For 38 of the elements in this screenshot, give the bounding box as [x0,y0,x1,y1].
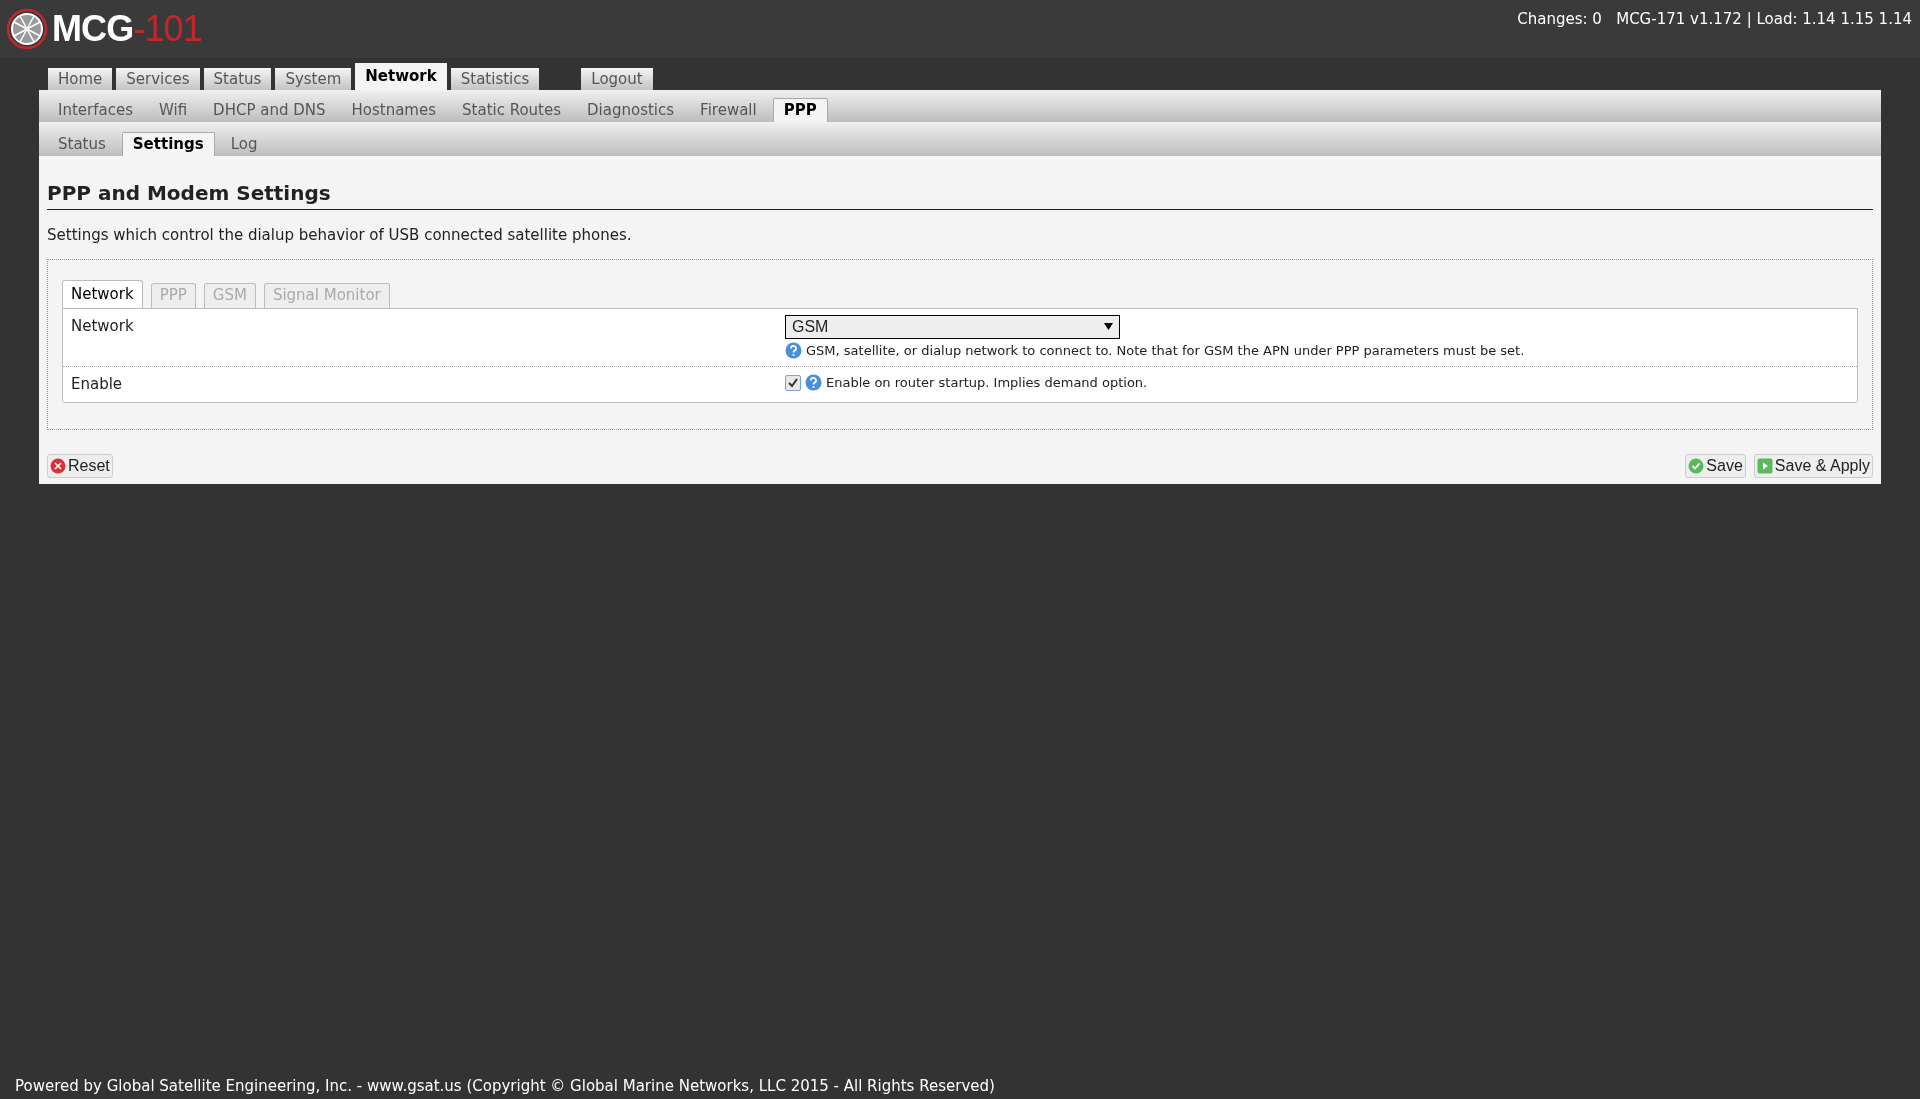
checkmark-icon [1688,457,1705,474]
nav-tab[interactable]: Services [116,68,200,90]
section-tab[interactable]: Network [62,279,143,308]
nav-tab[interactable]: Status [203,68,272,90]
help-text: Enable on router startup. Implies demand option. [826,374,1148,392]
sub-nav-tab[interactable]: Diagnostics [577,98,685,122]
product-logo: MCG-101 [52,7,202,51]
sub-nav-tab[interactable]: PPP [772,98,828,122]
network-select[interactable]: GSM [785,314,1120,339]
save-button[interactable]: Save [1685,453,1746,478]
dropdown-arrow-icon [1104,323,1113,330]
nav-tab[interactable]: System [275,68,352,90]
footer-text: Powered by Global Satellite Engineering, Inc. - www.gsat.us (Copyright © Global Marine Networks, LLC 2015 - All Rights Reserved) [15,1075,995,1097]
page-tab[interactable]: Status [48,132,116,156]
help-icon[interactable] [785,341,802,359]
field-label: Network [71,315,135,337]
page-tab[interactable]: Settings [121,132,215,156]
nav-tab[interactable]: Network [355,63,447,90]
sub-nav-tab[interactable]: Firewall [690,98,767,122]
help-text: GSM, satellite, or dialup network to connect to. Note that for GSM the APN under PPP parameters must be set. [806,341,1525,360]
sub-nav-tab[interactable]: Interfaces [48,98,143,122]
page-title: PPP and Modem Settings [47,178,1873,210]
sub-nav-tab[interactable]: DHCP and DNS [203,98,336,122]
page-description: Settings which control the dialup behavior of USB connected satellite phones. [47,225,633,246]
system-status-text: Changes: 0 MCG-171 v1.172 | Load: 1.14 1.15 1.14 [1517,9,1913,30]
nav-tab[interactable]: Statistics [450,68,540,90]
enable-checkbox[interactable] [785,374,801,391]
sub-nav-tab[interactable]: Wifi [149,98,198,122]
field-label: Enable [71,374,124,395]
apply-icon [1756,457,1773,474]
nav-tab[interactable]: Home [48,68,113,90]
sub-nav-tab[interactable]: Static Routes [452,98,572,122]
sub-nav-tab[interactable]: Hostnames [341,98,447,122]
reset-button[interactable]: Reset [47,453,113,478]
nav-tab[interactable]: Logout [581,68,653,90]
page-tab[interactable]: Log [220,132,268,156]
cancel-icon [50,457,66,474]
save-and-apply-button[interactable]: Save & Apply [1753,453,1873,478]
